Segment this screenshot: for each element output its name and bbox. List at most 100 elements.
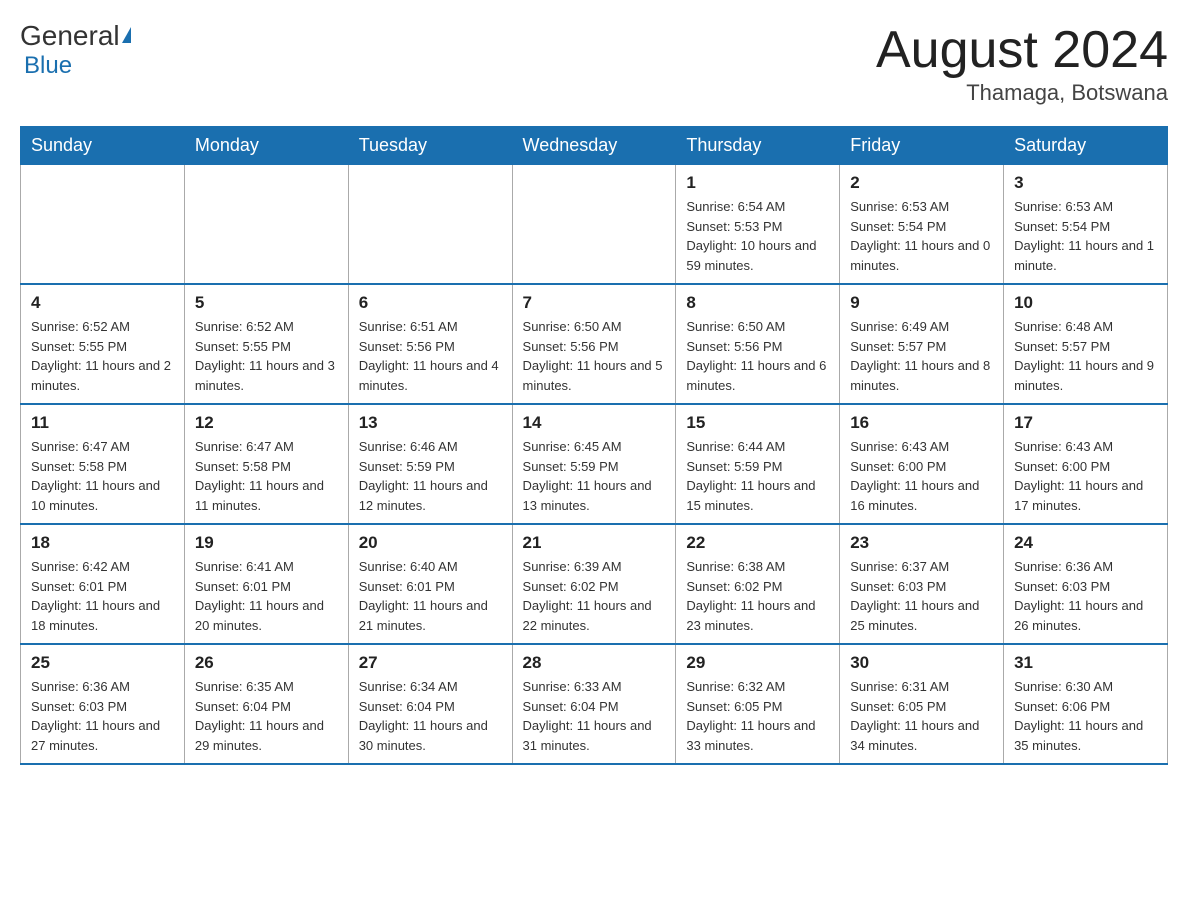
calendar-cell: 8 Sunrise: 6:50 AM Sunset: 5:56 PM Daylig… (676, 284, 840, 404)
calendar-week-row: 1Sunrise: 6:54 AM Sunset: 5:53 PM Daylig… (21, 165, 1168, 285)
day-info: Sunrise: 6:40 AM Sunset: 6:01 PM Dayligh… (359, 557, 502, 635)
calendar-cell: 20 Sunrise: 6:40 AM Sunset: 6:01 PM Dayli… (348, 524, 512, 644)
day-info: Sunrise: 6:36 AM Sunset: 6:03 PM Dayligh… (1014, 557, 1157, 635)
day-info: Sunrise: 6:52 AM Sunset: 5:55 PM Dayligh… (195, 317, 338, 395)
day-info: Sunrise: 6:39 AM Sunset: 6:02 PM Dayligh… (523, 557, 666, 635)
location: Thamaga, Botswana (876, 80, 1168, 106)
day-number: 18 (31, 533, 174, 553)
calendar-cell: 5 Sunrise: 6:52 AM Sunset: 5:55 PM Daylig… (184, 284, 348, 404)
day-info: Sunrise: 6:34 AM Sunset: 6:04 PM Dayligh… (359, 677, 502, 755)
calendar-cell: 6Sunrise: 6:51 AM Sunset: 5:56 PM Daylig… (348, 284, 512, 404)
day-info: Sunrise: 6:43 AM Sunset: 6:00 PM Dayligh… (1014, 437, 1157, 515)
day-number: 11 (31, 413, 174, 433)
calendar-week-row: 4Sunrise: 6:52 AM Sunset: 5:55 PM Daylig… (21, 284, 1168, 404)
calendar-cell: 25 Sunrise: 6:36 AM Sunset: 6:03 PM Dayli… (21, 644, 185, 764)
day-number: 17 (1014, 413, 1157, 433)
day-info: Sunrise: 6:31 AM Sunset: 6:05 PM Dayligh… (850, 677, 993, 755)
calendar-cell (184, 165, 348, 285)
day-info: Sunrise: 6:51 AM Sunset: 5:56 PM Dayligh… (359, 317, 502, 395)
calendar-cell: 7 Sunrise: 6:50 AM Sunset: 5:56 PM Daylig… (512, 284, 676, 404)
day-info: Sunrise: 6:46 AM Sunset: 5:59 PM Dayligh… (359, 437, 502, 515)
logo-triangle-icon (122, 27, 131, 43)
calendar-cell (348, 165, 512, 285)
calendar-week-row: 25 Sunrise: 6:36 AM Sunset: 6:03 PM Dayli… (21, 644, 1168, 764)
day-number: 13 (359, 413, 502, 433)
day-info: Sunrise: 6:50 AM Sunset: 5:56 PM Dayligh… (523, 317, 666, 395)
day-header-sunday: Sunday (21, 127, 185, 165)
month-title: August 2024 (876, 20, 1168, 80)
day-info: Sunrise: 6:47 AM Sunset: 5:58 PM Dayligh… (31, 437, 174, 515)
day-number: 20 (359, 533, 502, 553)
day-info: Sunrise: 6:38 AM Sunset: 6:02 PM Dayligh… (686, 557, 829, 635)
day-header-saturday: Saturday (1004, 127, 1168, 165)
day-info: Sunrise: 6:43 AM Sunset: 6:00 PM Dayligh… (850, 437, 993, 515)
calendar-cell: 11 Sunrise: 6:47 AM Sunset: 5:58 PM Dayli… (21, 404, 185, 524)
calendar-cell: 16Sunrise: 6:43 AM Sunset: 6:00 PM Dayli… (840, 404, 1004, 524)
calendar-table: SundayMondayTuesdayWednesdayThursdayFrid… (20, 126, 1168, 765)
day-info: Sunrise: 6:47 AM Sunset: 5:58 PM Dayligh… (195, 437, 338, 515)
day-number: 23 (850, 533, 993, 553)
day-number: 29 (686, 653, 829, 673)
day-number: 31 (1014, 653, 1157, 673)
day-header-tuesday: Tuesday (348, 127, 512, 165)
day-number: 24 (1014, 533, 1157, 553)
day-info: Sunrise: 6:35 AM Sunset: 6:04 PM Dayligh… (195, 677, 338, 755)
day-header-monday: Monday (184, 127, 348, 165)
day-number: 19 (195, 533, 338, 553)
calendar-cell: 17 Sunrise: 6:43 AM Sunset: 6:00 PM Dayli… (1004, 404, 1168, 524)
logo-general-text: General (20, 20, 120, 52)
calendar-cell: 10 Sunrise: 6:48 AM Sunset: 5:57 PM Dayli… (1004, 284, 1168, 404)
logo: General Blue (20, 20, 131, 80)
day-info: Sunrise: 6:49 AM Sunset: 5:57 PM Dayligh… (850, 317, 993, 395)
day-number: 7 (523, 293, 666, 313)
day-number: 2 (850, 173, 993, 193)
day-info: Sunrise: 6:44 AM Sunset: 5:59 PM Dayligh… (686, 437, 829, 515)
day-header-wednesday: Wednesday (512, 127, 676, 165)
day-number: 27 (359, 653, 502, 673)
calendar-cell: 18 Sunrise: 6:42 AM Sunset: 6:01 PM Dayli… (21, 524, 185, 644)
day-info: Sunrise: 6:45 AM Sunset: 5:59 PM Dayligh… (523, 437, 666, 515)
day-number: 5 (195, 293, 338, 313)
logo-blue-text: Blue (24, 52, 72, 79)
day-number: 9 (850, 293, 993, 313)
day-info: Sunrise: 6:37 AM Sunset: 6:03 PM Dayligh… (850, 557, 993, 635)
calendar-cell: 15 Sunrise: 6:44 AM Sunset: 5:59 PM Dayli… (676, 404, 840, 524)
calendar-cell: 27 Sunrise: 6:34 AM Sunset: 6:04 PM Dayli… (348, 644, 512, 764)
calendar-cell: 23 Sunrise: 6:37 AM Sunset: 6:03 PM Dayli… (840, 524, 1004, 644)
day-info: Sunrise: 6:54 AM Sunset: 5:53 PM Dayligh… (686, 197, 829, 275)
day-number: 3 (1014, 173, 1157, 193)
day-info: Sunrise: 6:36 AM Sunset: 6:03 PM Dayligh… (31, 677, 174, 755)
day-number: 25 (31, 653, 174, 673)
day-number: 15 (686, 413, 829, 433)
title-area: August 2024 Thamaga, Botswana (876, 20, 1168, 106)
day-info: Sunrise: 6:30 AM Sunset: 6:06 PM Dayligh… (1014, 677, 1157, 755)
calendar-cell (21, 165, 185, 285)
calendar-cell: 30 Sunrise: 6:31 AM Sunset: 6:05 PM Dayli… (840, 644, 1004, 764)
day-info: Sunrise: 6:53 AM Sunset: 5:54 PM Dayligh… (850, 197, 993, 275)
calendar-cell (512, 165, 676, 285)
calendar-header-row: SundayMondayTuesdayWednesdayThursdayFrid… (21, 127, 1168, 165)
day-info: Sunrise: 6:32 AM Sunset: 6:05 PM Dayligh… (686, 677, 829, 755)
day-info: Sunrise: 6:48 AM Sunset: 5:57 PM Dayligh… (1014, 317, 1157, 395)
calendar-cell: 21 Sunrise: 6:39 AM Sunset: 6:02 PM Dayli… (512, 524, 676, 644)
calendar-week-row: 18 Sunrise: 6:42 AM Sunset: 6:01 PM Dayli… (21, 524, 1168, 644)
day-number: 30 (850, 653, 993, 673)
calendar-cell: 22Sunrise: 6:38 AM Sunset: 6:02 PM Dayli… (676, 524, 840, 644)
day-header-thursday: Thursday (676, 127, 840, 165)
day-number: 21 (523, 533, 666, 553)
calendar-cell: 13 Sunrise: 6:46 AM Sunset: 5:59 PM Dayli… (348, 404, 512, 524)
calendar-cell: 2 Sunrise: 6:53 AM Sunset: 5:54 PM Daylig… (840, 165, 1004, 285)
day-number: 12 (195, 413, 338, 433)
day-header-friday: Friday (840, 127, 1004, 165)
header: General Blue August 2024 Thamaga, Botswa… (20, 20, 1168, 106)
day-info: Sunrise: 6:50 AM Sunset: 5:56 PM Dayligh… (686, 317, 829, 395)
day-info: Sunrise: 6:52 AM Sunset: 5:55 PM Dayligh… (31, 317, 174, 395)
day-number: 10 (1014, 293, 1157, 313)
calendar-cell: 19Sunrise: 6:41 AM Sunset: 6:01 PM Dayli… (184, 524, 348, 644)
day-number: 8 (686, 293, 829, 313)
calendar-cell: 26Sunrise: 6:35 AM Sunset: 6:04 PM Dayli… (184, 644, 348, 764)
day-info: Sunrise: 6:33 AM Sunset: 6:04 PM Dayligh… (523, 677, 666, 755)
calendar-cell: 4Sunrise: 6:52 AM Sunset: 5:55 PM Daylig… (21, 284, 185, 404)
calendar-cell: 28Sunrise: 6:33 AM Sunset: 6:04 PM Dayli… (512, 644, 676, 764)
day-info: Sunrise: 6:42 AM Sunset: 6:01 PM Dayligh… (31, 557, 174, 635)
